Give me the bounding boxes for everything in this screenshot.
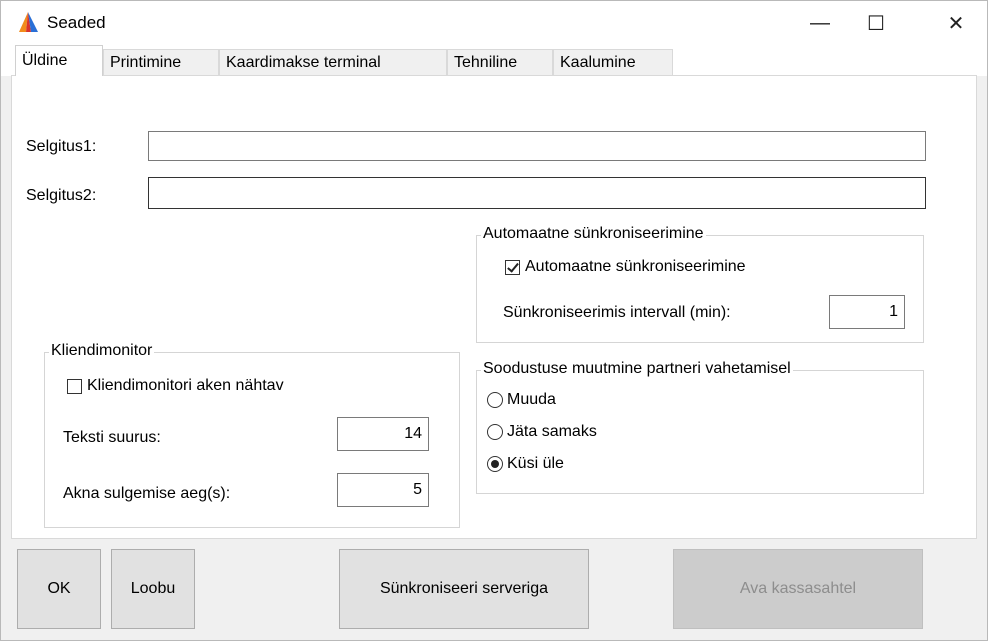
radio-muuda[interactable]: Muuda <box>487 391 556 409</box>
radio-unselected-icon[interactable] <box>487 392 503 408</box>
radio-unselected-icon[interactable] <box>487 424 503 440</box>
checkbox-unchecked-icon[interactable] <box>67 378 82 394</box>
close-time-label: Akna sulgemise aeg(s): <box>63 485 231 502</box>
auto-sync-group-title: Automaatne sünkroniseerimine <box>481 225 706 243</box>
selgitus2-input[interactable] <box>148 177 926 209</box>
auto-sync-checkbox[interactable]: Automaatne sünkroniseerimine <box>505 258 746 276</box>
text-size-input[interactable] <box>337 417 429 451</box>
tab-printimine[interactable]: Printimine <box>103 49 219 75</box>
checkbox-checked-icon[interactable] <box>505 259 520 275</box>
selgitus2-label: Selgitus2: <box>26 187 97 204</box>
close-button[interactable]: ✕ <box>933 1 979 45</box>
radio-jata-samaks[interactable]: Jäta samaks <box>487 423 597 441</box>
general-tab-panel: Selgitus1: Selgitus2: Automaatne sünkron… <box>11 75 977 539</box>
sync-interval-label: Sünkroniseerimis intervall (min): <box>503 304 731 321</box>
selgitus1-input[interactable] <box>148 131 926 161</box>
auto-sync-checkbox-label: Automaatne sünkroniseerimine <box>525 258 746 275</box>
maximize-button[interactable]: ☐ <box>853 1 899 45</box>
radio-selected-icon[interactable] <box>487 456 503 472</box>
ok-button[interactable]: OK <box>17 549 101 629</box>
open-cash-drawer-button[interactable]: Ava kassasahtel <box>673 549 923 629</box>
client-monitor-visible-checkbox[interactable]: Kliendimonitori aken nähtav <box>67 377 284 395</box>
window-title: Seaded <box>47 13 106 32</box>
minimize-button[interactable]: — <box>797 1 843 45</box>
title-bar: Seaded — ☐ ✕ <box>1 1 987 45</box>
client-monitor-checkbox-label: Kliendimonitori aken nähtav <box>87 377 284 394</box>
tab-tehniline[interactable]: Tehniline <box>447 49 553 75</box>
radio-jata-samaks-label: Jäta samaks <box>507 423 597 440</box>
auto-sync-group: Automaatne sünkroniseerimine Automaatne … <box>476 225 924 343</box>
radio-kusi-ule[interactable]: Küsi üle <box>487 455 564 473</box>
tab-strip: Üldine Printimine Kaardimakse terminal T… <box>1 45 987 76</box>
tab-kaardimakse-terminal[interactable]: Kaardimakse terminal <box>219 49 447 75</box>
close-time-input[interactable] <box>337 473 429 507</box>
tab-kaalumine[interactable]: Kaalumine <box>553 49 673 75</box>
client-monitor-group-title: Kliendimonitor <box>49 342 155 360</box>
client-monitor-group: Kliendimonitor Kliendimonitori aken näht… <box>44 342 460 528</box>
radio-muuda-label: Muuda <box>507 391 556 408</box>
sync-interval-input[interactable] <box>829 295 905 329</box>
selgitus1-label: Selgitus1: <box>26 138 97 155</box>
app-logo-icon <box>19 12 38 32</box>
discount-change-group: Soodustuse muutmine partneri vahetamisel… <box>476 360 924 494</box>
cancel-button[interactable]: Loobu <box>111 549 195 629</box>
discount-change-group-title: Soodustuse muutmine partneri vahetamisel <box>481 360 793 378</box>
radio-kusi-ule-label: Küsi üle <box>507 455 564 472</box>
settings-window: Seaded — ☐ ✕ Üldine Printimine Kaardimak… <box>0 0 988 641</box>
sync-server-button[interactable]: Sünkroniseeri serveriga <box>339 549 589 629</box>
text-size-label: Teksti suurus: <box>63 429 161 446</box>
tab-uldine[interactable]: Üldine <box>15 45 103 76</box>
